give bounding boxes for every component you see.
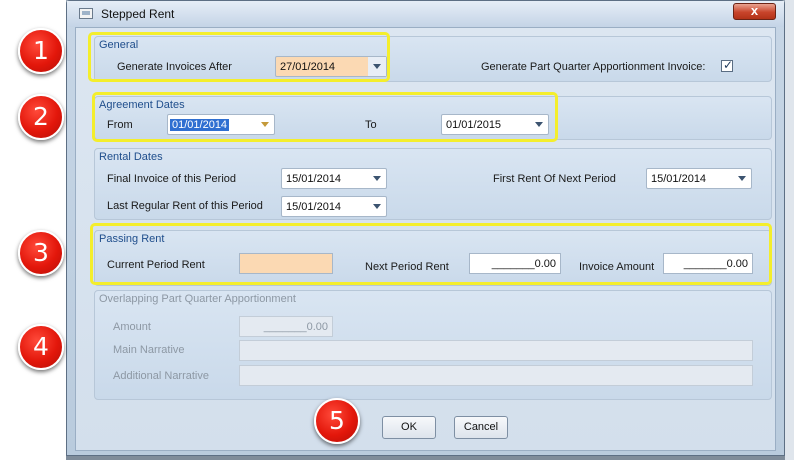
part-quarter-checkbox[interactable]: ✓ bbox=[721, 58, 734, 72]
step-badge-1: 1 bbox=[18, 28, 64, 74]
cancel-button[interactable]: Cancel bbox=[454, 416, 508, 439]
final-invoice-value: 15/01/2014 bbox=[286, 173, 342, 185]
first-rent-next-period-label: First Rent Of Next Period bbox=[493, 173, 616, 185]
amount-label: Amount bbox=[113, 321, 151, 333]
window-title: Stepped Rent bbox=[101, 7, 175, 21]
rental-dates-legend: Rental Dates bbox=[99, 151, 163, 163]
amount-input[interactable]: _______0.00 bbox=[239, 316, 333, 337]
main-narrative-label: Main Narrative bbox=[113, 344, 185, 356]
last-regular-rent-combo[interactable]: 15/01/2014 bbox=[281, 196, 387, 217]
highlight-passing-rent bbox=[90, 223, 772, 285]
first-rent-next-period-value: 15/01/2014 bbox=[651, 173, 707, 185]
checkmark-icon: ✓ bbox=[723, 58, 734, 72]
close-button[interactable]: x bbox=[733, 3, 776, 20]
last-regular-rent-label: Last Regular Rent of this Period bbox=[107, 200, 263, 212]
amount-value: _______0.00 bbox=[263, 321, 328, 333]
part-quarter-label: Generate Part Quarter Apportionment Invo… bbox=[481, 61, 706, 73]
highlight-general bbox=[88, 32, 390, 82]
final-invoice-label: Final Invoice of this Period bbox=[107, 173, 237, 185]
overlap-apportionment-group: Overlapping Part Quarter Apportionment A… bbox=[94, 290, 772, 400]
window-icon bbox=[79, 8, 93, 19]
highlight-agreement-dates bbox=[92, 92, 558, 142]
first-rent-next-period-combo[interactable]: 15/01/2014 bbox=[646, 168, 752, 189]
step-badge-2: 2 bbox=[18, 94, 64, 140]
step-badge-4: 4 bbox=[18, 324, 64, 370]
step-badge-5: 5 bbox=[314, 398, 360, 444]
additional-narrative-label: Additional Narrative bbox=[113, 370, 209, 382]
final-invoice-combo[interactable]: 15/01/2014 bbox=[281, 168, 387, 189]
overlap-apportionment-legend: Overlapping Part Quarter Apportionment bbox=[99, 293, 296, 305]
ok-button[interactable]: OK bbox=[382, 416, 436, 439]
last-regular-rent-value: 15/01/2014 bbox=[286, 201, 342, 213]
chevron-down-icon bbox=[373, 204, 381, 209]
chevron-down-icon bbox=[738, 176, 746, 181]
title-bar[interactable]: Stepped Rent x bbox=[67, 1, 784, 27]
background-right-panel bbox=[785, 0, 794, 460]
main-narrative-input[interactable] bbox=[239, 340, 753, 361]
additional-narrative-input[interactable] bbox=[239, 365, 753, 386]
step-badge-3: 3 bbox=[18, 230, 64, 276]
rental-dates-group: Rental Dates Final Invoice of this Perio… bbox=[94, 148, 772, 220]
chevron-down-icon bbox=[373, 176, 381, 181]
